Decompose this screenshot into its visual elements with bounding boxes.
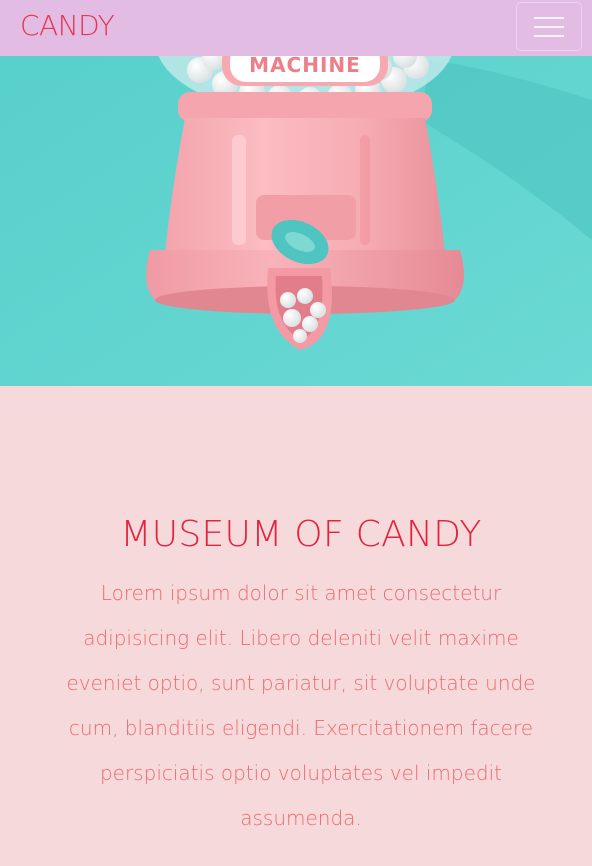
menu-toggle-button[interactable]	[516, 2, 582, 51]
navbar: CANDY	[0, 0, 592, 56]
hero-image: MACHINE	[0, 0, 592, 386]
brand-logo[interactable]: CANDY	[20, 9, 115, 43]
hamburger-menu-icon	[534, 16, 564, 37]
section-title: MUSEUM OF CANDY	[120, 514, 482, 555]
machine-sign-text: MACHINE	[249, 53, 361, 77]
section-description: Lorem ipsum dolor sit amet consectetur a…	[66, 581, 536, 830]
intro-section: MUSEUM OF CANDY Lorem ipsum dolor sit am…	[0, 386, 592, 866]
